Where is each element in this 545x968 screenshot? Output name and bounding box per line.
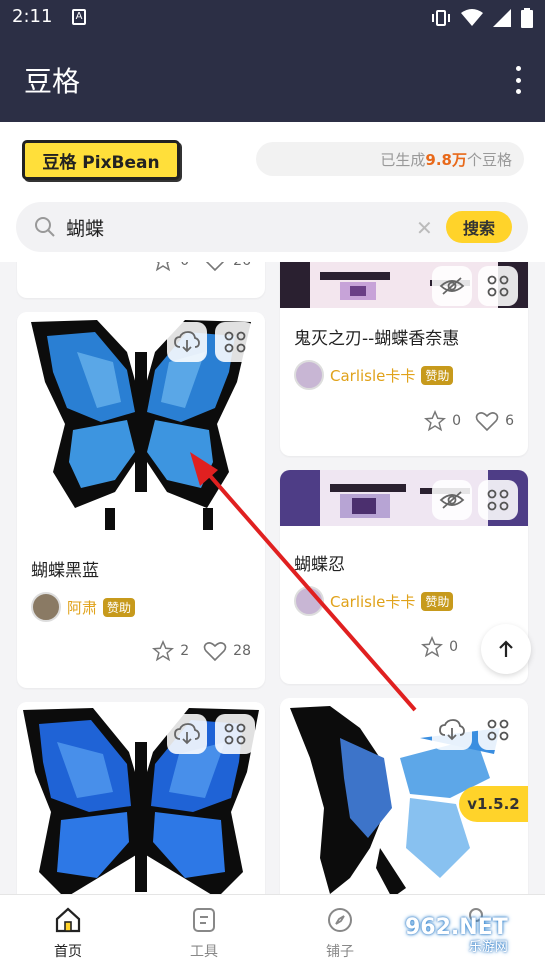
star-count: 0 [180,262,189,269]
home-icon [55,907,81,933]
header-area: 豆格 PixBean 已生成 9.8万 个豆格 蝴蝶 ✕ 搜索 [0,122,545,262]
wifi-icon [461,9,483,26]
count-suffix: 个豆格 [466,150,512,169]
tools-icon [193,908,215,932]
download-button[interactable] [167,714,207,754]
heart-icon[interactable] [203,640,227,662]
pattern-card[interactable]: 蝴蝶黑蓝 阿肃 赞助 2 28 [17,312,265,688]
cloud-download-icon [174,331,200,353]
grid-preview-button[interactable] [215,714,255,754]
cloud-download-icon [174,723,200,745]
pattern-card[interactable] [17,702,265,894]
pattern-card[interactable]: 0 26 [17,262,265,298]
card-title: 蝴蝶黑蓝 [31,561,99,581]
grid-icon [487,489,509,511]
grid-preview-button[interactable] [478,710,518,750]
status-time: 2:11 [12,6,53,27]
card-stats: 2 28 [152,640,251,662]
search-button[interactable]: 搜索 [446,211,512,243]
grid-preview-button[interactable] [215,322,255,362]
grid-preview-button[interactable] [478,480,518,520]
like-count: 28 [233,643,251,659]
count-prefix: 已生成 [380,150,426,169]
nav-shop-label: 铺子 [326,944,354,960]
hide-button[interactable] [432,266,472,306]
grid-icon [487,275,509,297]
status-icons [431,8,533,28]
status-bar: 2:11 A [0,0,545,36]
nav-tools[interactable]: 工具 [164,905,244,961]
star-count: 2 [180,643,190,659]
card-title: 鬼灭之刃--蝴蝶香奈惠 [294,329,460,349]
sponsor-badge: 赞助 [103,597,136,617]
search-input[interactable]: 蝴蝶 [66,214,104,241]
star-icon[interactable] [421,636,444,658]
heart-icon[interactable] [203,262,227,272]
author-name: 阿肃 [67,598,98,617]
vibrate-icon [432,10,450,26]
heart-icon[interactable] [475,410,499,432]
app-bar: 豆格 [0,36,545,122]
grid-preview-button[interactable] [478,266,518,306]
download-button[interactable] [167,322,207,362]
card-stats: 0 6 [424,410,514,432]
like-count: 26 [233,262,251,269]
avatar [294,586,324,616]
star-count: 0 [452,413,462,429]
pixbean-logo: 豆格 PixBean [22,140,180,180]
notification-icon: A [72,9,86,25]
author-name: Carlisle卡卡 [330,366,416,385]
avatar [31,592,61,622]
search-icon [35,217,55,237]
nav-home[interactable]: 首页 [28,905,108,961]
author-name: Carlisle卡卡 [330,592,416,611]
hide-button[interactable] [432,480,472,520]
grid-icon [224,331,246,353]
clear-icon[interactable]: ✕ [416,216,433,240]
card-stats: 0 26 [152,262,251,272]
card-title: 蝴蝶忍 [294,555,345,575]
card-author[interactable]: 阿肃 赞助 [31,592,136,622]
nav-home-label: 首页 [54,944,82,960]
eye-off-icon [439,491,465,509]
scroll-top-button[interactable] [481,624,531,674]
site-watermark: 962.NET 乐游网 [405,915,508,955]
nav-tools-label: 工具 [190,944,218,960]
battery-icon [521,8,533,28]
star-count: 0 [449,639,458,655]
eye-off-icon [439,277,465,295]
sponsor-badge: 赞助 [421,591,454,611]
like-count: 6 [505,413,514,429]
count-value: 9.8万 [425,150,467,169]
star-icon[interactable] [424,410,447,432]
generated-count: 已生成 9.8万 个豆格 [256,142,524,176]
card-stats: 0 [421,636,458,658]
nav-shop[interactable]: 铺子 [300,905,380,961]
star-icon[interactable] [152,262,174,272]
download-button[interactable] [432,710,472,750]
more-menu-icon[interactable] [513,66,523,94]
card-author[interactable]: Carlisle卡卡 赞助 [294,586,454,616]
app-title: 豆格 [24,65,81,98]
grid-icon [224,723,246,745]
grid-icon [487,719,509,741]
signal-icon [493,9,511,27]
search-box[interactable]: 蝴蝶 ✕ 搜索 [16,202,528,252]
pattern-card[interactable]: 鬼灭之刃--蝴蝶香奈惠 Carlisle卡卡 赞助 0 6 [280,262,528,456]
arrow-up-icon [499,640,513,657]
cloud-download-icon [439,719,465,741]
version-badge[interactable]: v1.5.2 [459,786,528,822]
sponsor-badge: 赞助 [421,365,454,385]
avatar [294,360,324,390]
card-author[interactable]: Carlisle卡卡 赞助 [294,360,454,390]
compass-icon [328,908,352,932]
star-icon[interactable] [152,640,175,662]
